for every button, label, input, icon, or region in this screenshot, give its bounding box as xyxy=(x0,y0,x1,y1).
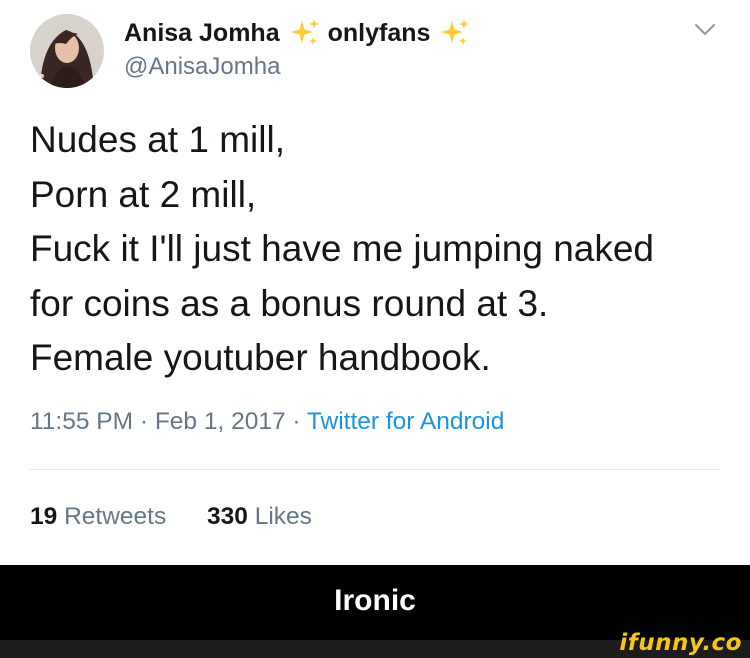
likes-label: Likes xyxy=(254,503,312,530)
retweets-stat[interactable]: 19 Retweets xyxy=(30,503,166,530)
likes-stat[interactable]: 330 Likes xyxy=(207,503,312,530)
footer-bar: ifunny.co xyxy=(0,630,750,658)
tweet-card: Anisa Jomha onlyfans @AnisaJomha Nudes a… xyxy=(0,0,750,565)
author-name-suffix: onlyfans xyxy=(327,18,431,47)
tweet-text-line: Female youtuber handbook. xyxy=(30,337,491,378)
tweet-source-link[interactable]: Twitter for Android xyxy=(307,408,504,435)
tweet-text-line: Nudes at 1 mill, xyxy=(30,119,285,160)
author-name-row[interactable]: Anisa Jomha onlyfans xyxy=(124,17,478,49)
chevron-down-icon[interactable] xyxy=(694,22,716,38)
tweet-text-line: for coins as a bonus round at 3. xyxy=(30,282,549,324)
author-name: Anisa Jomha xyxy=(124,18,280,47)
tweet-text-line: Fuck it I'll just have me jumping naked xyxy=(30,228,655,269)
caption-bar: Ironic xyxy=(0,565,750,640)
tweet-text-line: Porn at 2 mill, xyxy=(30,173,257,215)
caption-text: Ironic xyxy=(334,584,416,617)
sparkles-icon xyxy=(290,18,320,48)
author-handle[interactable]: @AnisaJomha xyxy=(124,53,280,81)
tweet-timestamp[interactable]: 11:55 PM · Feb 1, 2017 · xyxy=(30,408,307,435)
sparkles-icon xyxy=(440,18,470,48)
retweets-count: 19 xyxy=(30,503,58,530)
ifunny-watermark: ifunny.co xyxy=(619,630,742,656)
divider xyxy=(30,469,720,470)
tweet-meta: 11:55 PM · Feb 1, 2017 · Twitter for And… xyxy=(30,408,504,436)
retweets-label: Retweets xyxy=(64,503,167,530)
likes-count: 330 xyxy=(207,503,248,530)
avatar[interactable] xyxy=(30,14,104,88)
tweet-stats: 19 Retweets 330 Likes xyxy=(30,503,346,531)
tweet-text: Nudes at 1 mill, Porn at 2 mill, Fuck it… xyxy=(30,113,730,386)
